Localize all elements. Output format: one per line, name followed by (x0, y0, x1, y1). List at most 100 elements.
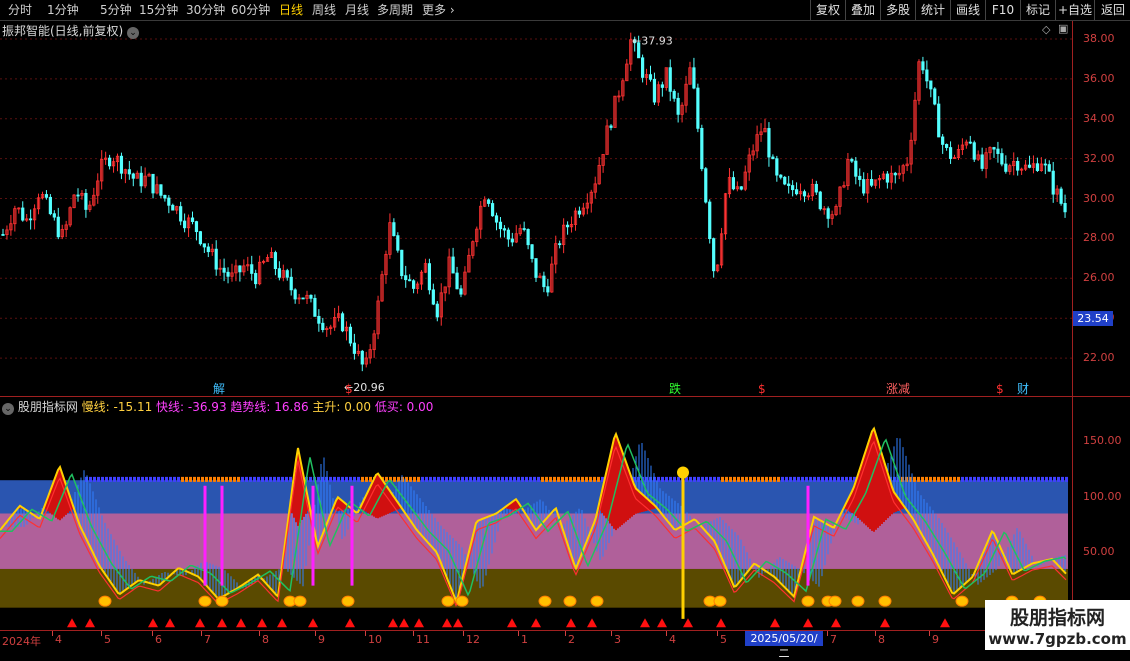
strip-tick (481, 476, 484, 482)
price-tick-label: 34.00 (1083, 111, 1115, 125)
strip-tick (345, 476, 348, 482)
date-tick-label: 10 (368, 633, 382, 646)
restore-rights-button[interactable]: 复权 (810, 0, 845, 20)
tab-more[interactable]: 更多 › (422, 2, 455, 18)
add-watchlist-button[interactable]: +自选 (1055, 0, 1094, 20)
candle-body (348, 326, 353, 344)
strip-tick (165, 476, 168, 482)
candle-body (404, 275, 408, 281)
event-fall-marker[interactable]: 跌 (669, 380, 681, 397)
buy-coin-marker (878, 595, 892, 607)
strip-tick (109, 476, 112, 482)
tab-30min[interactable]: 30分钟 (186, 2, 225, 18)
candle-body (455, 272, 459, 290)
candle-body (214, 248, 218, 270)
strip-tick (489, 476, 492, 482)
pane-divider[interactable] (0, 396, 1130, 397)
candle-body (869, 179, 874, 186)
overlay-button[interactable]: 叠加 (845, 0, 880, 20)
candle-body (941, 136, 945, 145)
mark-button[interactable]: 标记 (1020, 0, 1055, 20)
candle-body (692, 67, 696, 89)
chevron-down-icon[interactable]: ⌄ (127, 27, 140, 39)
event-reduce-marker[interactable]: 涨减 (886, 380, 910, 397)
candle-body (1, 234, 5, 236)
strip-tick (145, 476, 148, 482)
candle-body (435, 303, 439, 318)
candle-body (558, 243, 562, 246)
tab-1min[interactable]: 1分钟 (47, 2, 79, 18)
candle-body (641, 57, 645, 78)
candle-body (1047, 164, 1051, 172)
strip-tick (525, 476, 528, 482)
candle-body (948, 147, 953, 159)
tab-weekly[interactable]: 周线 (312, 2, 336, 18)
candle-body (668, 67, 672, 92)
strip-tick (409, 476, 412, 482)
statistics-button[interactable]: 统计 (915, 0, 950, 20)
candle-body (704, 168, 708, 203)
tab-60min[interactable]: 60分钟 (231, 2, 270, 18)
event-dividend-marker[interactable]: $ (996, 382, 1004, 396)
candle-body (672, 90, 676, 99)
tab-multi-period[interactable]: 多周期 (377, 2, 413, 18)
date-tick (101, 631, 102, 636)
strip-tick (197, 476, 200, 482)
draw-line-button[interactable]: 画线 (950, 0, 985, 20)
indicator-chart[interactable] (0, 414, 1072, 630)
event-dividend-marker[interactable]: $ (758, 382, 766, 396)
strip-tick (741, 476, 744, 482)
date-tick (875, 631, 876, 636)
strip-tick (157, 476, 160, 482)
candle-body (771, 156, 775, 160)
strip-tick (677, 476, 680, 482)
candle-body (648, 74, 653, 80)
event-unlock-marker[interactable]: 解 (213, 380, 225, 397)
date-tick (201, 631, 202, 636)
strip-tick (265, 476, 268, 482)
price-chart[interactable]: ←37.93←20.96 (0, 21, 1072, 396)
tab-5min[interactable]: 5分钟 (100, 2, 132, 18)
price-tick-label: 28.00 (1083, 231, 1115, 245)
price-tick-label: 22.00 (1083, 351, 1115, 365)
tab-daily[interactable]: 日线 (279, 2, 303, 18)
back-button[interactable]: 返回 (1094, 0, 1130, 20)
strip-tick (1017, 476, 1020, 482)
window-icon[interactable]: ▣ (1058, 22, 1068, 35)
multi-stock-button[interactable]: 多股 (880, 0, 915, 20)
tab-15min[interactable]: 15分钟 (139, 2, 178, 18)
strip-tick (785, 476, 788, 482)
event-finance-marker[interactable]: 财 (1017, 380, 1029, 397)
candle-body (522, 228, 526, 230)
strip-tick (553, 476, 556, 482)
candle-body (273, 252, 278, 270)
tab-timeshare[interactable]: 分时 (8, 2, 32, 18)
candle-body (708, 201, 712, 240)
event-dividend-marker[interactable]: $ (345, 382, 353, 396)
strip-tick (565, 476, 568, 482)
strip-tick (201, 476, 204, 482)
date-tick-label: 8 (878, 633, 885, 646)
strip-tick (1005, 476, 1008, 482)
candle-body (84, 192, 88, 210)
candle-body (933, 88, 937, 105)
price-tick-label: 38.00 (1083, 31, 1115, 45)
candle-body (826, 208, 830, 219)
date-tick (52, 631, 53, 636)
candle-body (1063, 203, 1067, 213)
strip-tick (1041, 476, 1044, 482)
candle-body (459, 288, 463, 295)
strip-tick (661, 476, 664, 482)
strip-tick (945, 476, 948, 482)
strip-tick (821, 476, 824, 482)
diamond-icon[interactable]: ◇ (1042, 23, 1050, 36)
f10-button[interactable]: F10 (985, 0, 1020, 20)
candle-body (277, 268, 281, 278)
strip-tick (941, 476, 944, 482)
strip-tick (101, 476, 104, 482)
strip-tick (273, 476, 276, 482)
candle-body (1004, 163, 1008, 172)
strip-tick (765, 476, 768, 482)
candle-body (980, 154, 984, 169)
tab-monthly[interactable]: 月线 (345, 2, 369, 18)
